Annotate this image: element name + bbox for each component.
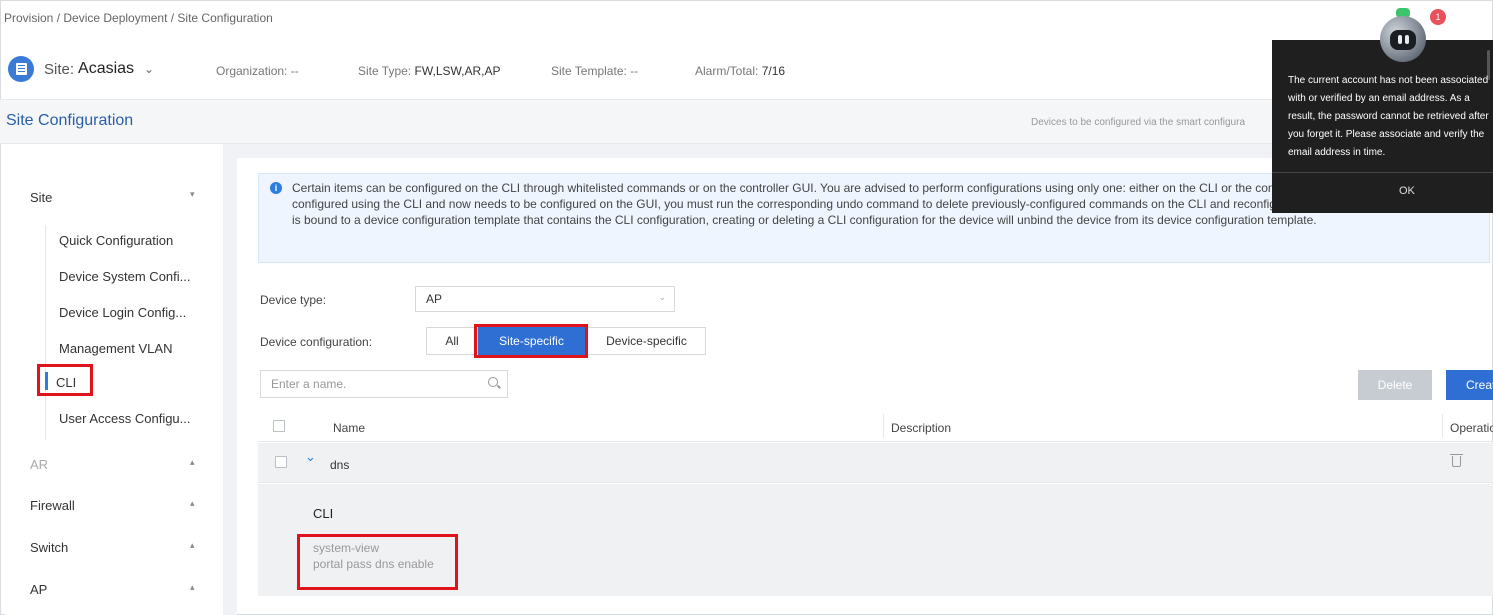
site-name: Acasias [78,60,135,77]
ok-button[interactable]: OK [1399,185,1415,197]
delete-button[interactable]: Delete [1358,370,1432,400]
site-label: Site: [44,60,75,78]
trash-icon[interactable] [1450,454,1463,467]
content-gutter [223,144,237,615]
select-all-checkbox[interactable] [273,420,285,432]
search-box[interactable] [260,370,508,398]
sidebar-item-quick-configuration[interactable]: Quick Configuration [59,233,173,248]
sidebar-group-ar[interactable]: AR [30,457,48,472]
search-input[interactable] [271,377,471,391]
row-checkbox[interactable] [275,456,287,468]
notification-message: The current account has not been associa… [1288,75,1489,158]
sidebar-item-device-login-config[interactable]: Device Login Config... [59,305,186,320]
assistant-robot-icon[interactable] [1380,8,1426,62]
highlight-cli [37,364,93,396]
detail-title: CLI [313,506,334,521]
alarm-info: Alarm/Total: 7/16 [695,64,785,78]
device-type-value: AP [426,292,443,306]
alarm-value: 7/16 [761,64,786,78]
sidebar-group-firewall[interactable]: Firewall [30,498,75,513]
table-row[interactable] [258,443,1493,483]
device-config-label: Device configuration: [260,335,373,349]
caret-up-icon[interactable]: ▴ [190,540,195,551]
device-type-label: Device type: [260,293,327,307]
organization-info: Organization: -- [216,64,299,78]
divider [1272,172,1493,173]
column-header-operation: Operation [1450,421,1493,435]
column-divider [883,414,884,438]
chevron-down-icon: ⌄ [658,292,666,302]
sidebar-item-device-system-config[interactable]: Device System Confi... [59,269,191,284]
caret-down-icon[interactable]: ▾ [190,189,195,200]
building-icon [8,56,34,82]
sidebar-item-user-access-config[interactable]: User Access Configu... [59,411,191,426]
chevron-down-icon: ⌄ [144,62,155,76]
table-header [258,412,1493,442]
search-icon[interactable] [488,377,498,387]
info-icon: i [270,182,282,194]
highlight-site-specific [474,324,588,358]
sidebar-tree-line [45,225,46,440]
column-header-description: Description [891,421,952,435]
row-name: dns [330,458,350,472]
sidebar-group-site[interactable]: Site [30,190,52,205]
segment-device-specific[interactable]: Device-specific [587,327,706,355]
site-type-label: Site Type: [358,64,412,78]
caret-up-icon[interactable]: ▴ [190,457,195,468]
site-selector[interactable]: Site: Acasias ⌄ [44,60,154,78]
site-type-value: FW,LSW,AR,AP [414,64,501,78]
highlight-cli-commands [297,534,458,590]
notification-badge: 1 [1430,9,1446,25]
breadcrumb: Provision / Device Deployment / Site Con… [4,11,273,25]
section-bar [0,100,1493,144]
sidebar-group-switch[interactable]: Switch [30,540,68,555]
chevron-down-icon[interactable]: ⌄ [305,449,316,465]
caret-up-icon[interactable]: ▴ [190,498,195,509]
page-title: Site Configuration [6,112,134,129]
create-button[interactable]: Create [1446,370,1493,400]
device-type-select[interactable]: AP ⌄ [415,286,675,312]
caret-up-icon[interactable]: ▴ [190,582,195,593]
column-header-name: Name [333,421,366,435]
site-template-info: Site Template: -- [551,64,639,78]
sidebar-item-management-vlan[interactable]: Management VLAN [59,341,172,356]
alarm-label: Alarm/Total: [695,64,759,78]
site-type-info: Site Type: FW,LSW,AR,AP [358,64,501,78]
column-divider [1442,414,1443,438]
sidebar-group-ap[interactable]: AP [30,582,47,597]
smart-config-note: Devices to be configured via the smart c… [1031,117,1245,128]
segment-all[interactable]: All [426,327,478,355]
